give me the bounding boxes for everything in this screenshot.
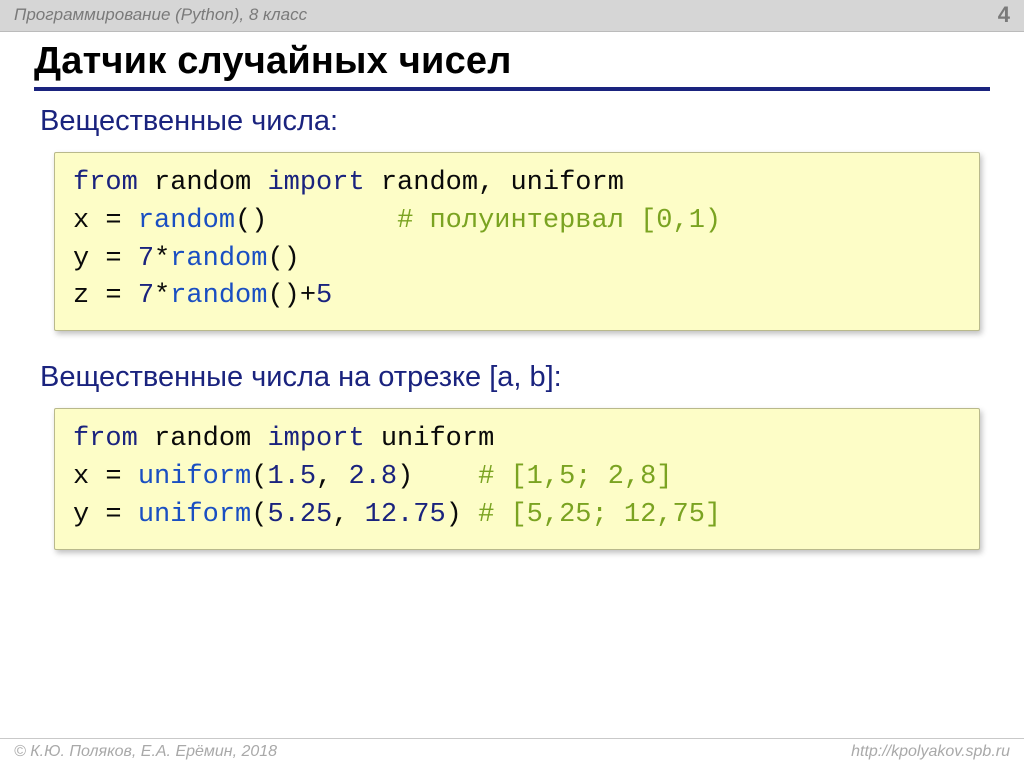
code-text: () bbox=[267, 244, 299, 274]
code-block-1: from random import random, uniform x = r… bbox=[54, 152, 980, 331]
fn-uniform: uniform bbox=[138, 500, 251, 530]
code-text: y = bbox=[73, 244, 138, 274]
comment: # полуинтервал [0,1) bbox=[397, 206, 721, 236]
code-block-2: from random import uniform x = uniform(1… bbox=[54, 408, 980, 549]
num: 5.25 bbox=[267, 500, 332, 530]
page-number: 4 bbox=[998, 2, 1010, 28]
code-text: random bbox=[138, 424, 268, 454]
slide-content: Датчик случайных чисел Вещественные числ… bbox=[0, 32, 1024, 738]
code-text: ) bbox=[397, 462, 478, 492]
code-text: z = bbox=[73, 281, 138, 311]
fn-random: random bbox=[170, 281, 267, 311]
code-text: ( bbox=[251, 500, 267, 530]
course-label: Программирование (Python), 8 класс bbox=[14, 5, 307, 25]
num: 7 bbox=[138, 244, 154, 274]
num: 12.75 bbox=[365, 500, 446, 530]
comment: # [5,25; 12,75] bbox=[478, 500, 721, 530]
code-text: random bbox=[138, 168, 268, 198]
kw-import: import bbox=[267, 168, 364, 198]
num: 2.8 bbox=[348, 462, 397, 492]
code-text: uniform bbox=[365, 424, 495, 454]
kw-from: from bbox=[73, 168, 138, 198]
footer-url: http://kpolyakov.spb.ru bbox=[851, 743, 1010, 761]
num: 7 bbox=[138, 281, 154, 311]
section2-heading: Вещественные числа на отрезке [a, b]: bbox=[40, 361, 990, 394]
code-text: * bbox=[154, 281, 170, 311]
header-bar: Программирование (Python), 8 класс 4 bbox=[0, 0, 1024, 32]
footer-bar: © К.Ю. Поляков, Е.А. Ерёмин, 2018 http:/… bbox=[0, 738, 1024, 767]
num: 1.5 bbox=[267, 462, 316, 492]
code-text: y = bbox=[73, 500, 138, 530]
num: 5 bbox=[316, 281, 332, 311]
code-text: random, uniform bbox=[365, 168, 624, 198]
code-text: () bbox=[235, 206, 397, 236]
code-text: ) bbox=[446, 500, 478, 530]
fn-uniform: uniform bbox=[138, 462, 251, 492]
kw-import: import bbox=[267, 424, 364, 454]
code-text: , bbox=[332, 500, 364, 530]
code-text: x = bbox=[73, 462, 138, 492]
code-text: ( bbox=[251, 462, 267, 492]
footer-credit: © К.Ю. Поляков, Е.А. Ерёмин, 2018 bbox=[14, 743, 277, 761]
fn-random: random bbox=[138, 206, 235, 236]
code-text: ()+ bbox=[267, 281, 316, 311]
fn-random: random bbox=[170, 244, 267, 274]
comment: # [1,5; 2,8] bbox=[478, 462, 672, 492]
code-text: , bbox=[316, 462, 348, 492]
kw-from: from bbox=[73, 424, 138, 454]
code-text: x = bbox=[73, 206, 138, 236]
slide-title: Датчик случайных чисел bbox=[34, 40, 990, 91]
section1-heading: Вещественные числа: bbox=[40, 105, 990, 138]
code-text: * bbox=[154, 244, 170, 274]
